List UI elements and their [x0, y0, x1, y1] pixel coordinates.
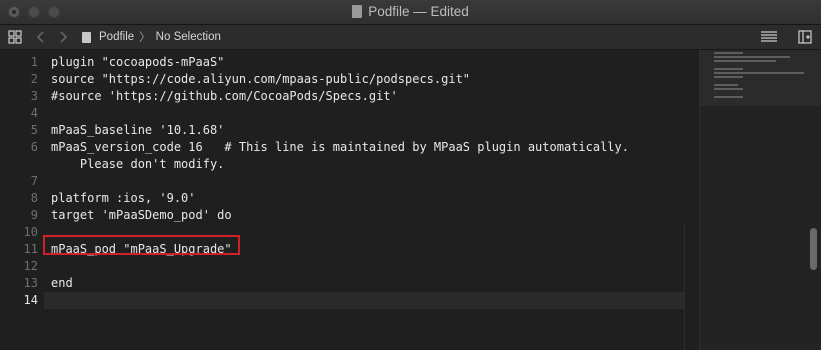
add-editor-icon[interactable]: [795, 25, 815, 49]
line-text[interactable]: end: [51, 275, 73, 292]
code-line[interactable]: 13 end: [0, 275, 699, 292]
line-number: 12: [23, 259, 38, 273]
breadcrumb-separator: 〉: [139, 32, 151, 44]
page-guide: [684, 226, 685, 350]
code-lines[interactable]: 1 plugin "cocoapods-mPaaS" 2 source "https:…: [0, 54, 699, 309]
line-number: 7: [30, 174, 38, 188]
vertical-scrollbar-thumb[interactable]: [810, 228, 817, 270]
breadcrumb-file[interactable]: Podfile: [99, 31, 134, 43]
code-line[interactable]: Please don't modify.: [0, 156, 699, 173]
code-line[interactable]: 12: [0, 258, 699, 275]
window-title: Podfile — Edited: [0, 4, 821, 19]
line-number: 10: [23, 225, 38, 239]
back-chevron-icon[interactable]: [36, 25, 48, 49]
line-number: 11: [23, 242, 38, 256]
file-icon: [82, 31, 91, 43]
breadcrumb: Podfile 〉 No Selection: [82, 25, 221, 49]
line-number: 13: [23, 276, 38, 290]
document-icon: [352, 5, 363, 18]
code-line[interactable]: 6 mPaaS_version_code 16 # This line is ma…: [0, 139, 699, 156]
line-number: 3: [30, 89, 38, 103]
window-title-text: Podfile — Edited: [368, 4, 469, 19]
line-text[interactable]: mPaaS_baseline '10.1.68': [51, 122, 224, 139]
line-number: 9: [30, 208, 38, 222]
line-text[interactable]: #source 'https://github.com/CocoaPods/Sp…: [51, 88, 398, 105]
line-text[interactable]: plugin "cocoapods-mPaaS": [51, 54, 224, 71]
line-text[interactable]: Please don't modify.: [51, 156, 225, 173]
line-number: 5: [30, 123, 38, 137]
minimap[interactable]: [699, 50, 821, 350]
line-text[interactable]: mPaaS_version_code 16 # This line is mai…: [51, 139, 629, 156]
line-number: 6: [30, 140, 38, 154]
highlight-box: [43, 235, 240, 255]
related-items-icon[interactable]: [8, 25, 22, 49]
code-line[interactable]: 8 platform :ios, '9.0': [0, 190, 699, 207]
line-number: 4: [30, 106, 38, 120]
line-number: 2: [30, 72, 38, 86]
jump-bar: Podfile 〉 No Selection: [0, 25, 821, 50]
line-number: 14: [23, 293, 38, 307]
code-line[interactable]: 5 mPaaS_baseline '10.1.68': [0, 122, 699, 139]
line-text[interactable]: target 'mPaaSDemo_pod' do: [51, 207, 232, 224]
editor-options-icon[interactable]: [759, 25, 779, 49]
code-line[interactable]: 1 plugin "cocoapods-mPaaS": [0, 54, 699, 71]
source-editor[interactable]: 1 plugin "cocoapods-mPaaS" 2 source "https:…: [0, 50, 699, 350]
code-line[interactable]: 4: [0, 105, 699, 122]
code-line[interactable]: 7: [0, 173, 699, 190]
code-line[interactable]: 14: [0, 292, 699, 309]
title-bar: Podfile — Edited: [0, 0, 821, 25]
line-text[interactable]: platform :ios, '9.0': [51, 190, 196, 207]
code-line[interactable]: 3 #source 'https://github.com/CocoaPods/S…: [0, 88, 699, 105]
line-text[interactable]: source "https://code.aliyun.com/mpaas-pu…: [51, 71, 470, 88]
code-line[interactable]: 9 target 'mPaaSDemo_pod' do: [0, 207, 699, 224]
line-number: 1: [30, 55, 38, 69]
forward-chevron-icon[interactable]: [58, 25, 70, 49]
code-line[interactable]: 2 source "https://code.aliyun.com/mpaas-p…: [0, 71, 699, 88]
breadcrumb-selection[interactable]: No Selection: [156, 31, 221, 43]
minimap-lines: [714, 52, 809, 102]
editor-window: Podfile — Edited Podfile 〉 No Selection …: [0, 0, 821, 350]
line-number: 8: [30, 191, 38, 205]
